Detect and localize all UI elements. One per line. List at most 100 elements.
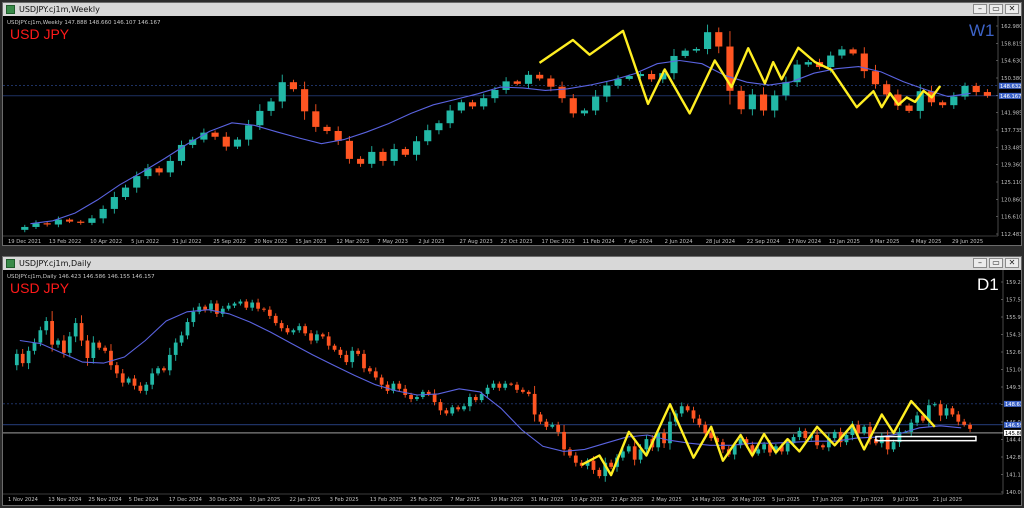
daily-candle-body [167, 354, 172, 371]
weekly-moving-average-line [30, 59, 971, 225]
minimize-button[interactable]: – [973, 4, 987, 14]
daily-price-tick-label: 142.830 [1006, 455, 1021, 461]
weekly-candle-body [166, 160, 174, 173]
daily-candle-body [597, 469, 602, 477]
daily-price-tick-label: 159.216 [1006, 280, 1021, 286]
daily-candle-body [662, 432, 666, 444]
daily-candle-body [550, 424, 555, 427]
maximize-button[interactable]: ▭ [989, 258, 1003, 268]
weekly-candle-body [323, 126, 331, 132]
maximize-button[interactable]: ▭ [989, 4, 1003, 14]
daily-chart-window[interactable]: USDJPY.cj1m,Daily – ▭ ✕ USDJPY.cj1m,Dail… [2, 256, 1022, 506]
daily-candle-body [191, 311, 196, 323]
daily-candle-body [373, 371, 378, 378]
daily-price-tick-label: 144.465 [1006, 438, 1021, 444]
daily-candle-body [356, 350, 360, 354]
close-button[interactable]: ✕ [1005, 258, 1019, 268]
weekly-candle-body [748, 94, 756, 110]
daily-candle-body [444, 410, 449, 414]
daily-time-tick-label: 27 Jun 2025 [852, 497, 883, 503]
daily-candle-body [526, 391, 531, 394]
daily-candle-body [468, 397, 472, 407]
daily-candle-body [438, 402, 443, 411]
weekly-candle-body [871, 71, 880, 85]
daily-candle-body [885, 436, 890, 450]
daily-candle-body [938, 404, 943, 416]
weekly-candle-body [334, 131, 342, 141]
weekly-time-tick-label: 11 Feb 2024 [583, 239, 616, 245]
weekly-candle-body [569, 98, 577, 114]
weekly-plot-area[interactable]: USDJPY.cj1m,Weekly 147.888 148.660 146.1… [3, 16, 1021, 245]
daily-candle-body [332, 345, 337, 350]
weekly-candle-body [580, 110, 589, 114]
daily-chart-svg[interactable]: USDJPY.cj1m,Daily 146.423 146.586 146.15… [3, 270, 1021, 505]
weekly-candle-body [703, 32, 712, 49]
daily-candle-body [132, 378, 137, 386]
weekly-time-tick-label: 20 Nov 2022 [254, 239, 287, 245]
weekly-time-tick-label: 10 Apr 2022 [90, 239, 122, 245]
daily-candle-body [273, 315, 278, 324]
weekly-time-tick-label: 15 Jan 2023 [295, 239, 326, 245]
weekly-candle-body [759, 94, 768, 111]
daily-time-tick-label: 9 Jul 2025 [893, 497, 919, 503]
weekly-candle-body [233, 139, 242, 147]
daily-candle-body [491, 383, 496, 388]
daily-candle-body [91, 342, 96, 358]
minimize-button[interactable]: – [973, 258, 987, 268]
daily-candle-body [379, 377, 384, 385]
daily-window-titlebar[interactable]: USDJPY.cj1m,Daily – ▭ ✕ [3, 257, 1021, 270]
weekly-candle-body [614, 78, 622, 86]
weekly-candle-body [155, 168, 163, 173]
daily-candle-body [968, 424, 972, 429]
daily-candle-body [497, 383, 502, 388]
weekly-time-tick-label: 7 May 2023 [377, 239, 408, 245]
daily-candle-body [303, 326, 308, 334]
weekly-time-tick-label: 7 Apr 2024 [624, 239, 653, 245]
daily-candle-body [85, 340, 90, 358]
daily-candle-body [462, 406, 466, 410]
daily-plot-area[interactable]: USDJPY.cj1m,Daily 146.423 146.586 146.15… [3, 270, 1021, 505]
daily-candle-body [644, 439, 649, 450]
daily-candle-body [267, 309, 272, 316]
weekly-candle-body [491, 89, 499, 99]
daily-candle-body [409, 394, 413, 400]
weekly-window-titlebar[interactable]: USDJPY.cj1m,Weekly – ▭ ✕ [3, 3, 1021, 16]
daily-candle-body [891, 442, 896, 450]
daily-time-tick-label: 25 Nov 2024 [88, 497, 122, 503]
weekly-candle-body [972, 85, 980, 93]
daily-time-tick-label: 26 May 2025 [732, 497, 766, 503]
daily-candle-body [562, 431, 566, 450]
weekly-candle-body [950, 96, 958, 106]
weekly-chart-svg[interactable]: USDJPY.cj1m,Weekly 147.888 148.660 146.1… [3, 16, 1021, 245]
weekly-time-tick-label: 17 Nov 2024 [788, 239, 822, 245]
daily-time-tick-label: 17 Dec 2024 [169, 497, 203, 503]
weekly-candle-body [558, 86, 566, 99]
daily-candle-body [103, 347, 107, 351]
daily-candle-body [950, 408, 955, 415]
weekly-candle-body [222, 136, 230, 147]
weekly-time-tick-label: 2 Jul 2023 [418, 239, 444, 245]
weekly-candle-body [502, 81, 510, 90]
weekly-candle-body [905, 105, 913, 111]
weekly-candle-body [513, 81, 521, 84]
daily-candle-body [785, 443, 790, 452]
daily-candle-body [185, 322, 190, 336]
weekly-candle-body [390, 149, 398, 161]
weekly-candle-body [804, 62, 812, 65]
daily-time-tick-label: 5 Jun 2025 [772, 497, 800, 503]
daily-candle-body [297, 326, 302, 331]
daily-candle-body [38, 330, 43, 343]
daily-candle-body [262, 308, 266, 310]
close-button[interactable]: ✕ [1005, 4, 1019, 14]
daily-zone-rectangle [875, 435, 977, 442]
daily-candle-body [32, 342, 37, 351]
daily-candle-body [126, 378, 131, 383]
daily-candle-body [56, 340, 60, 345]
weekly-time-tick-label: 4 May 2025 [911, 239, 942, 245]
weekly-candle-body [368, 151, 376, 164]
weekly-candle-body [648, 73, 656, 80]
weekly-chart-window[interactable]: USDJPY.cj1m,Weekly – ▭ ✕ USDJPY.cj1m,Wee… [2, 2, 1022, 246]
daily-price-tick-label: 154.300 [1006, 333, 1021, 339]
daily-time-tick-label: 2 May 2025 [651, 497, 682, 503]
daily-candle-body [415, 397, 419, 400]
